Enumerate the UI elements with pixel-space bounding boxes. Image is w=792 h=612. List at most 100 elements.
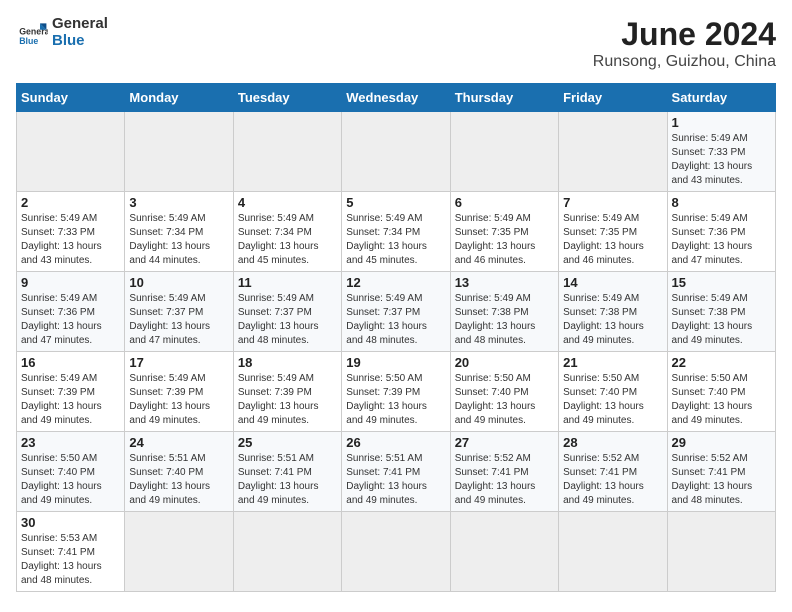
day-number: 15 [672, 275, 771, 290]
calendar-week-row: 1 Sunrise: 5:49 AMSunset: 7:33 PMDaylight… [17, 112, 776, 192]
day-number: 24 [129, 435, 228, 450]
calendar-cell [342, 512, 450, 592]
calendar-cell: 30Sunrise: 5:53 AMSunset: 7:41 PMDayligh… [17, 512, 125, 592]
day-number: 19 [346, 355, 445, 370]
calendar-cell: 23 Sunrise: 5:50 AMSunset: 7:40 PMDayligh… [17, 432, 125, 512]
calendar-cell: 5Sunrise: 5:49 AMSunset: 7:34 PMDaylight… [342, 192, 450, 272]
day-number: 6 [455, 195, 554, 210]
cell-sun-info: Sunrise: 5:49 AMSunset: 7:35 PMDaylight:… [563, 212, 662, 268]
calendar-cell: 22 Sunrise: 5:50 AMSunset: 7:40 PMDayligh… [667, 352, 775, 432]
calendar-cell: 26 Sunrise: 5:51 AMSunset: 7:41 PMDayligh… [342, 432, 450, 512]
cell-sun-info: Sunrise: 5:49 AMSunset: 7:39 PMDaylight:… [238, 372, 337, 428]
logo: General Blue General Blue [16, 16, 108, 49]
cell-sun-info: Sunrise: 5:49 AMSunset: 7:38 PMDaylight:… [672, 292, 771, 348]
day-number: 16 [21, 355, 120, 370]
day-number: 2 [21, 195, 120, 210]
weekday-header-friday: Friday [559, 84, 667, 112]
weekday-header-tuesday: Tuesday [233, 84, 341, 112]
day-number: 4 [238, 195, 337, 210]
calendar-week-row: 30Sunrise: 5:53 AMSunset: 7:41 PMDayligh… [17, 512, 776, 592]
calendar-cell: 7 Sunrise: 5:49 AMSunset: 7:35 PMDaylight… [559, 192, 667, 272]
calendar-cell [342, 112, 450, 192]
calendar-cell [233, 512, 341, 592]
day-number: 13 [455, 275, 554, 290]
cell-sun-info: Sunrise: 5:49 AMSunset: 7:38 PMDaylight:… [563, 292, 662, 348]
calendar-cell: 21 Sunrise: 5:50 AMSunset: 7:40 PMDayligh… [559, 352, 667, 432]
day-number: 21 [563, 355, 662, 370]
calendar-cell: 1 Sunrise: 5:49 AMSunset: 7:33 PMDaylight… [667, 112, 775, 192]
weekday-header-saturday: Saturday [667, 84, 775, 112]
day-number: 23 [21, 435, 120, 450]
calendar-cell: 27Sunrise: 5:52 AMSunset: 7:41 PMDayligh… [450, 432, 558, 512]
calendar-week-row: 23 Sunrise: 5:50 AMSunset: 7:40 PMDayligh… [17, 432, 776, 512]
weekday-header-thursday: Thursday [450, 84, 558, 112]
day-number: 9 [21, 275, 120, 290]
cell-sun-info: Sunrise: 5:52 AMSunset: 7:41 PMDaylight:… [672, 452, 771, 508]
cell-sun-info: Sunrise: 5:51 AMSunset: 7:41 PMDaylight:… [346, 452, 445, 508]
cell-sun-info: Sunrise: 5:50 AMSunset: 7:39 PMDaylight:… [346, 372, 445, 428]
calendar-cell: 16 Sunrise: 5:49 AMSunset: 7:39 PMDayligh… [17, 352, 125, 432]
calendar-cell: 11 Sunrise: 5:49 AMSunset: 7:37 PMDayligh… [233, 272, 341, 352]
day-number: 8 [672, 195, 771, 210]
calendar-cell: 17Sunrise: 5:49 AMSunset: 7:39 PMDayligh… [125, 352, 233, 432]
cell-sun-info: Sunrise: 5:49 AMSunset: 7:37 PMDaylight:… [238, 292, 337, 348]
cell-sun-info: Sunrise: 5:49 AMSunset: 7:38 PMDaylight:… [455, 292, 554, 348]
page-header: General Blue General Blue June 2024 Runs… [16, 16, 776, 71]
weekday-header-monday: Monday [125, 84, 233, 112]
calendar-cell: 24Sunrise: 5:51 AMSunset: 7:40 PMDayligh… [125, 432, 233, 512]
logo-general-text: General [52, 16, 108, 33]
svg-text:Blue: Blue [19, 36, 38, 46]
cell-sun-info: Sunrise: 5:50 AMSunset: 7:40 PMDaylight:… [672, 372, 771, 428]
calendar-cell [17, 112, 125, 192]
calendar-cell [125, 112, 233, 192]
day-number: 10 [129, 275, 228, 290]
logo-blue-text: Blue [52, 33, 108, 50]
day-number: 5 [346, 195, 445, 210]
cell-sun-info: Sunrise: 5:49 AMSunset: 7:34 PMDaylight:… [238, 212, 337, 268]
cell-sun-info: Sunrise: 5:50 AMSunset: 7:40 PMDaylight:… [563, 372, 662, 428]
day-number: 29 [672, 435, 771, 450]
cell-sun-info: Sunrise: 5:50 AMSunset: 7:40 PMDaylight:… [21, 452, 120, 508]
location-subtitle: Runsong, Guizhou, China [593, 53, 776, 71]
day-number: 25 [238, 435, 337, 450]
calendar-cell: 28Sunrise: 5:52 AMSunset: 7:41 PMDayligh… [559, 432, 667, 512]
title-area: June 2024 Runsong, Guizhou, China [593, 16, 776, 71]
day-number: 18 [238, 355, 337, 370]
calendar-cell: 2Sunrise: 5:49 AMSunset: 7:33 PMDaylight… [17, 192, 125, 272]
day-number: 22 [672, 355, 771, 370]
weekday-header-wednesday: Wednesday [342, 84, 450, 112]
cell-sun-info: Sunrise: 5:49 AMSunset: 7:33 PMDaylight:… [672, 132, 771, 188]
day-number: 26 [346, 435, 445, 450]
calendar-cell: 4 Sunrise: 5:49 AMSunset: 7:34 PMDaylight… [233, 192, 341, 272]
calendar-cell: 15 Sunrise: 5:49 AMSunset: 7:38 PMDayligh… [667, 272, 775, 352]
cell-sun-info: Sunrise: 5:49 AMSunset: 7:36 PMDaylight:… [21, 292, 120, 348]
calendar-cell: 20Sunrise: 5:50 AMSunset: 7:40 PMDayligh… [450, 352, 558, 432]
calendar-week-row: 16 Sunrise: 5:49 AMSunset: 7:39 PMDayligh… [17, 352, 776, 432]
calendar-cell: 14Sunrise: 5:49 AMSunset: 7:38 PMDayligh… [559, 272, 667, 352]
day-number: 3 [129, 195, 228, 210]
calendar-cell: 13 Sunrise: 5:49 AMSunset: 7:38 PMDayligh… [450, 272, 558, 352]
cell-sun-info: Sunrise: 5:49 AMSunset: 7:39 PMDaylight:… [129, 372, 228, 428]
day-number: 7 [563, 195, 662, 210]
calendar-cell [450, 112, 558, 192]
calendar-cell [667, 512, 775, 592]
calendar-cell: 9 Sunrise: 5:49 AMSunset: 7:36 PMDaylight… [17, 272, 125, 352]
day-number: 30 [21, 515, 120, 530]
calendar-cell [233, 112, 341, 192]
day-number: 11 [238, 275, 337, 290]
calendar-cell: 8Sunrise: 5:49 AMSunset: 7:36 PMDaylight… [667, 192, 775, 272]
calendar-cell [559, 512, 667, 592]
calendar-cell: 19 Sunrise: 5:50 AMSunset: 7:39 PMDayligh… [342, 352, 450, 432]
calendar-cell: 12Sunrise: 5:49 AMSunset: 7:37 PMDayligh… [342, 272, 450, 352]
calendar-table: SundayMondayTuesdayWednesdayThursdayFrid… [16, 83, 776, 592]
calendar-cell [450, 512, 558, 592]
weekday-header-sunday: Sunday [17, 84, 125, 112]
day-number: 27 [455, 435, 554, 450]
day-number: 28 [563, 435, 662, 450]
cell-sun-info: Sunrise: 5:49 AMSunset: 7:39 PMDaylight:… [21, 372, 120, 428]
calendar-cell: 6Sunrise: 5:49 AMSunset: 7:35 PMDaylight… [450, 192, 558, 272]
day-number: 1 [672, 115, 771, 130]
cell-sun-info: Sunrise: 5:50 AMSunset: 7:40 PMDaylight:… [455, 372, 554, 428]
calendar-week-row: 9 Sunrise: 5:49 AMSunset: 7:36 PMDaylight… [17, 272, 776, 352]
calendar-cell: 25Sunrise: 5:51 AMSunset: 7:41 PMDayligh… [233, 432, 341, 512]
